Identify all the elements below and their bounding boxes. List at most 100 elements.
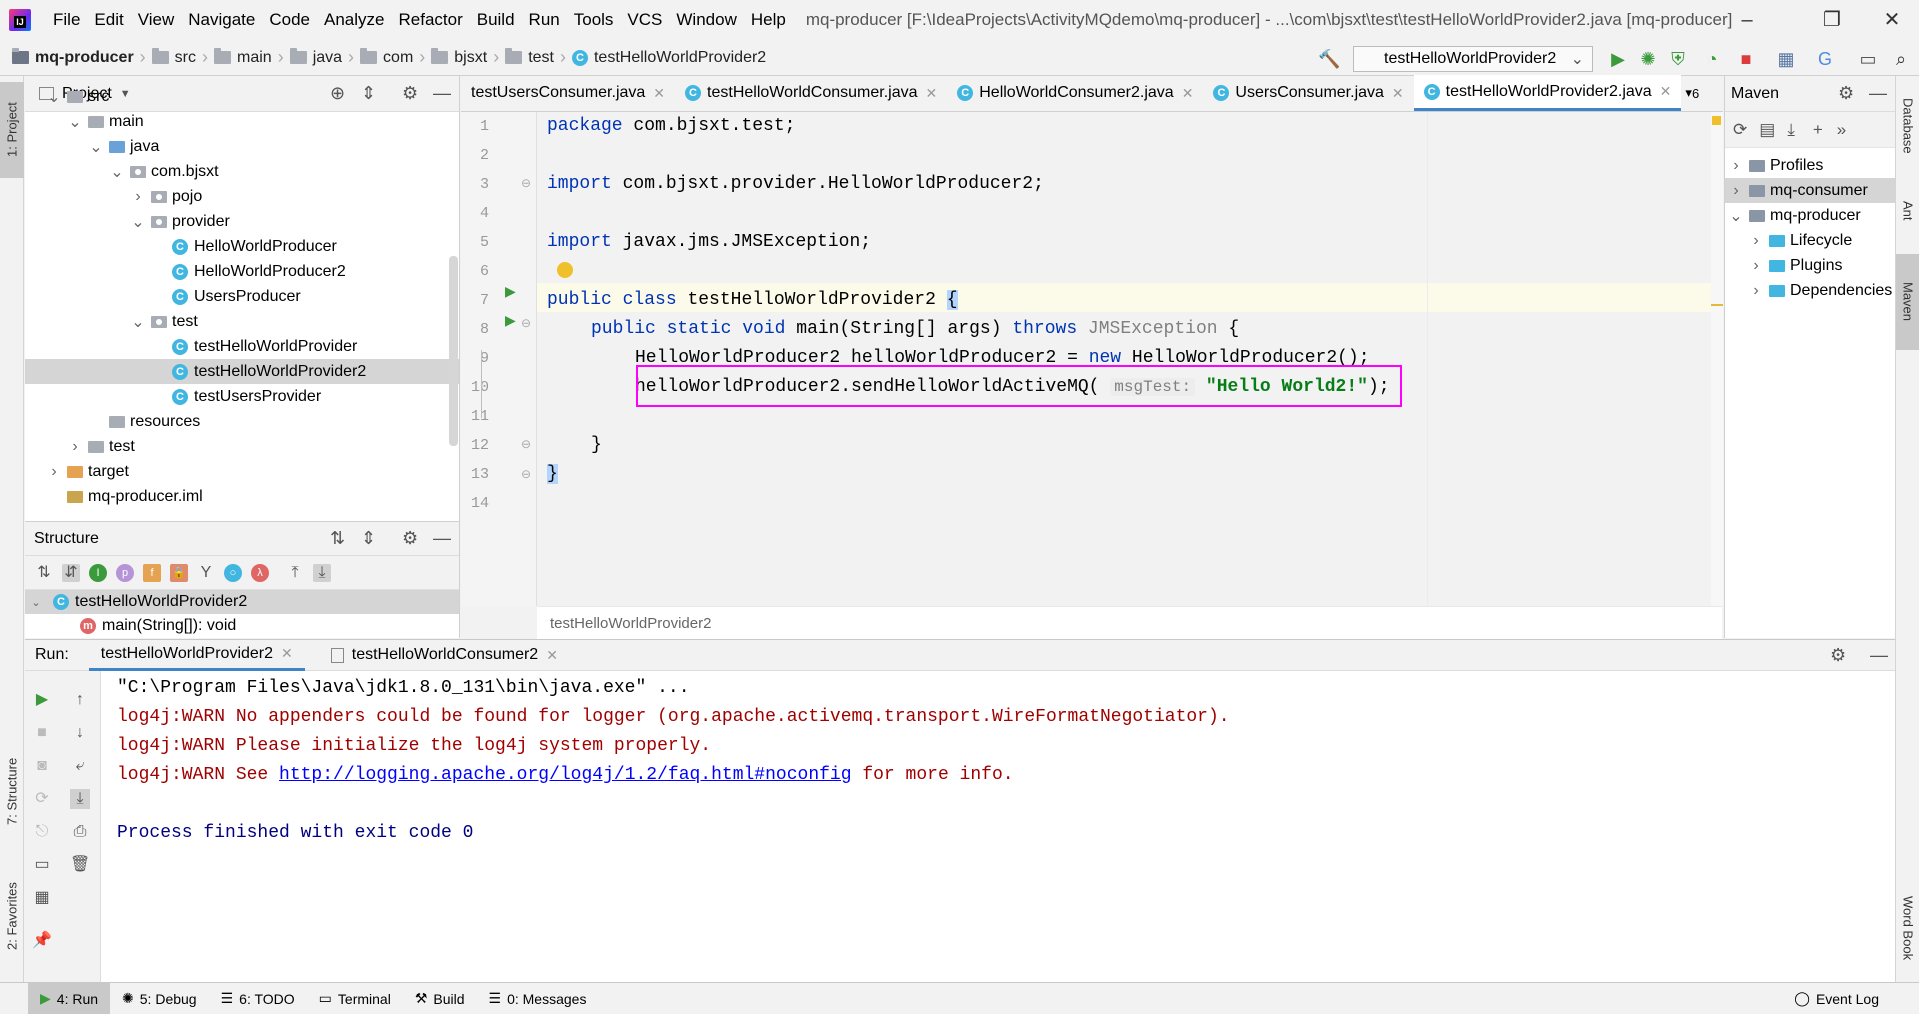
add-folder-icon[interactable]: ▤ xyxy=(1759,120,1775,140)
plus-icon[interactable]: + xyxy=(1813,120,1823,140)
chevron-right-icon[interactable]: › xyxy=(1749,232,1763,250)
tab-usersconsumer[interactable]: C UsersConsumer.java ✕ xyxy=(1203,75,1413,111)
autoscroll-to-source-icon[interactable]: ⤒ xyxy=(286,564,304,582)
scroll-to-end-icon[interactable]: ⤓ xyxy=(70,789,90,809)
chevron-down-icon[interactable]: ⌄ xyxy=(131,212,145,232)
run-tab-testhelloworldconsumer2[interactable]: testHelloWorldConsumer2 ✕ xyxy=(319,639,570,671)
tree-item[interactable]: CtestHelloWorldProvider2 xyxy=(25,359,459,384)
more-tabs-button[interactable]: ▾ 6 xyxy=(1681,75,1703,111)
scrollbar[interactable] xyxy=(449,256,458,446)
run-icon[interactable]: ▶ xyxy=(1607,48,1629,70)
run-configuration-select[interactable]: testHelloWorldProvider2 ⌄ xyxy=(1353,46,1593,72)
menu-window[interactable]: Window xyxy=(676,10,736,30)
exit-icon[interactable]: ⎋ xyxy=(32,822,52,842)
lightbulb-icon[interactable] xyxy=(557,262,573,278)
stop-icon[interactable]: ■ xyxy=(1735,48,1757,70)
gear-icon[interactable]: ⚙ xyxy=(1830,645,1846,666)
tree-item[interactable]: › target xyxy=(25,459,459,484)
tree-item[interactable]: ⌄ test xyxy=(25,309,459,334)
breadcrumb-project[interactable]: mq-producer xyxy=(12,48,134,67)
event-log-button[interactable]: ◯ Event Log xyxy=(1782,983,1891,1014)
menu-analyze[interactable]: Analyze xyxy=(324,10,384,30)
filter-icon[interactable]: Y xyxy=(197,564,215,582)
up-arrow-icon[interactable]: ↑ xyxy=(70,690,90,710)
ant-tool-tab[interactable]: Ant xyxy=(1896,186,1919,236)
menu-build[interactable]: Build xyxy=(477,10,515,30)
tab-testhelloworldconsumer[interactable]: CtestHelloWorldConsumer.java ✕ xyxy=(675,75,947,111)
menu-edit[interactable]: Edit xyxy=(94,10,123,30)
tree-item[interactable]: mq-producer.iml xyxy=(25,484,459,509)
close-tab-icon[interactable]: ✕ xyxy=(1182,85,1194,102)
hide-icon[interactable]: — xyxy=(1869,83,1887,104)
database-tool-tab[interactable]: Database xyxy=(1896,86,1919,166)
settings-icon[interactable]: ▭ xyxy=(32,855,52,875)
warning-marker-icon[interactable] xyxy=(1712,116,1721,125)
structure-method-row[interactable]: m main(String[]): void xyxy=(25,614,459,638)
tree-item[interactable]: CtestUsersProvider xyxy=(25,384,459,409)
menu-navigate[interactable]: Navigate xyxy=(188,10,255,30)
fields-icon[interactable]: f xyxy=(143,563,161,582)
inherited-icon[interactable]: I xyxy=(89,563,107,582)
menu-run[interactable]: Run xyxy=(529,10,560,30)
breadcrumb-class[interactable]: CtestHelloWorldProvider2 xyxy=(571,49,766,67)
gear-icon[interactable]: ⚙ xyxy=(402,528,418,549)
chevron-right-icon[interactable]: › xyxy=(68,438,82,456)
chevron-right-icon[interactable]: › xyxy=(1729,182,1743,200)
tree-item[interactable]: › pojo xyxy=(25,184,459,209)
wordbook-tool-tab[interactable]: Word Book xyxy=(1896,878,1919,978)
chevron-right-icon[interactable]: › xyxy=(1749,282,1763,300)
translate-icon[interactable]: G xyxy=(1814,48,1836,70)
fold-icon[interactable]: ⊖ xyxy=(521,316,531,330)
hide-icon[interactable]: — xyxy=(433,528,451,549)
coverage-icon[interactable]: ⛨ xyxy=(1667,48,1689,70)
maven-tree-item[interactable]: › mq-consumer xyxy=(1725,178,1896,203)
reload-icon[interactable]: ⟳ xyxy=(1733,120,1747,140)
minimize-icon[interactable]: – xyxy=(1735,8,1759,32)
close-tab-icon[interactable]: ✕ xyxy=(926,85,938,102)
close-tab-icon[interactable]: ✕ xyxy=(653,85,665,102)
run-console[interactable]: "C:\Program Files\Java\jdk1.8.0_131\bin\… xyxy=(101,671,1895,982)
collapse-all-icon[interactable]: ⇕ xyxy=(361,528,376,549)
run-gutter-icon[interactable]: ▶ xyxy=(505,283,516,300)
breadcrumb-bjsxt[interactable]: bjsxt xyxy=(431,48,487,67)
tree-item[interactable]: resources xyxy=(25,409,459,434)
debug-tool-button[interactable]: ✺ 5: Debug xyxy=(110,983,209,1014)
breadcrumb-com[interactable]: com xyxy=(360,48,413,67)
chevron-down-icon[interactable]: ⌄ xyxy=(89,137,103,157)
chevron-down-icon[interactable]: ⌄ xyxy=(131,312,145,332)
run-tab-testhelloworldprovider2[interactable]: testHelloWorldProvider2 ✕ xyxy=(88,639,305,671)
close-tab-icon[interactable]: ✕ xyxy=(546,647,558,664)
breadcrumb-test[interactable]: test xyxy=(505,48,554,67)
trash-icon[interactable]: 🗑 xyxy=(70,855,90,875)
close-icon[interactable]: ✕ xyxy=(1880,8,1904,32)
favorites-tool-tab[interactable]: 2: Favorites xyxy=(0,861,24,971)
menu-vcs[interactable]: VCS xyxy=(627,10,662,30)
structure-class-row[interactable]: ⌄ C testHelloWorldProvider2 xyxy=(25,590,459,614)
menu-help[interactable]: Help xyxy=(751,10,786,30)
camera-icon[interactable]: ◙ xyxy=(32,756,52,776)
search-icon[interactable]: ⌕ xyxy=(1890,48,1912,70)
maven-tree-item[interactable]: › Profiles xyxy=(1725,153,1896,178)
tree-item[interactable]: ⌄ provider xyxy=(25,209,459,234)
maven-tree-item[interactable]: ⌄ mq-producer xyxy=(1725,203,1896,228)
chevron-right-icon[interactable]: › xyxy=(1729,157,1743,175)
chevron-down-icon[interactable]: ⌄ xyxy=(110,162,124,182)
chevron-down-icon[interactable]: ⌄ xyxy=(1729,206,1743,226)
anonymous-classes-icon[interactable]: ○ xyxy=(224,563,242,582)
tree-item[interactable]: ⌄ com.bjsxt xyxy=(25,159,459,184)
pin-icon[interactable]: 📌 xyxy=(32,931,52,951)
chevron-down-icon[interactable]: ⌄ xyxy=(29,596,43,609)
rerun-icon[interactable]: ▶ xyxy=(32,690,52,710)
code-editor[interactable]: package com.bjsxt.test; import com.bjsxt… xyxy=(537,112,1722,606)
menu-code[interactable]: Code xyxy=(269,10,310,30)
run-gutter-icon[interactable]: ▶ xyxy=(505,312,516,329)
tree-item[interactable]: C HelloWorldProducer xyxy=(25,234,459,259)
gear-icon[interactable]: ⚙ xyxy=(1838,83,1854,104)
tree-item[interactable]: ⌄ src xyxy=(25,84,459,109)
fold-icon[interactable]: ⊖ xyxy=(521,437,531,451)
more-icon[interactable]: » xyxy=(1837,120,1846,140)
build-tool-button[interactable]: ⚒ Build xyxy=(403,983,477,1014)
chevron-right-icon[interactable]: › xyxy=(131,188,145,206)
breadcrumb-java[interactable]: java xyxy=(289,48,342,67)
maven-tree-item[interactable]: › Dependencies xyxy=(1725,278,1896,303)
